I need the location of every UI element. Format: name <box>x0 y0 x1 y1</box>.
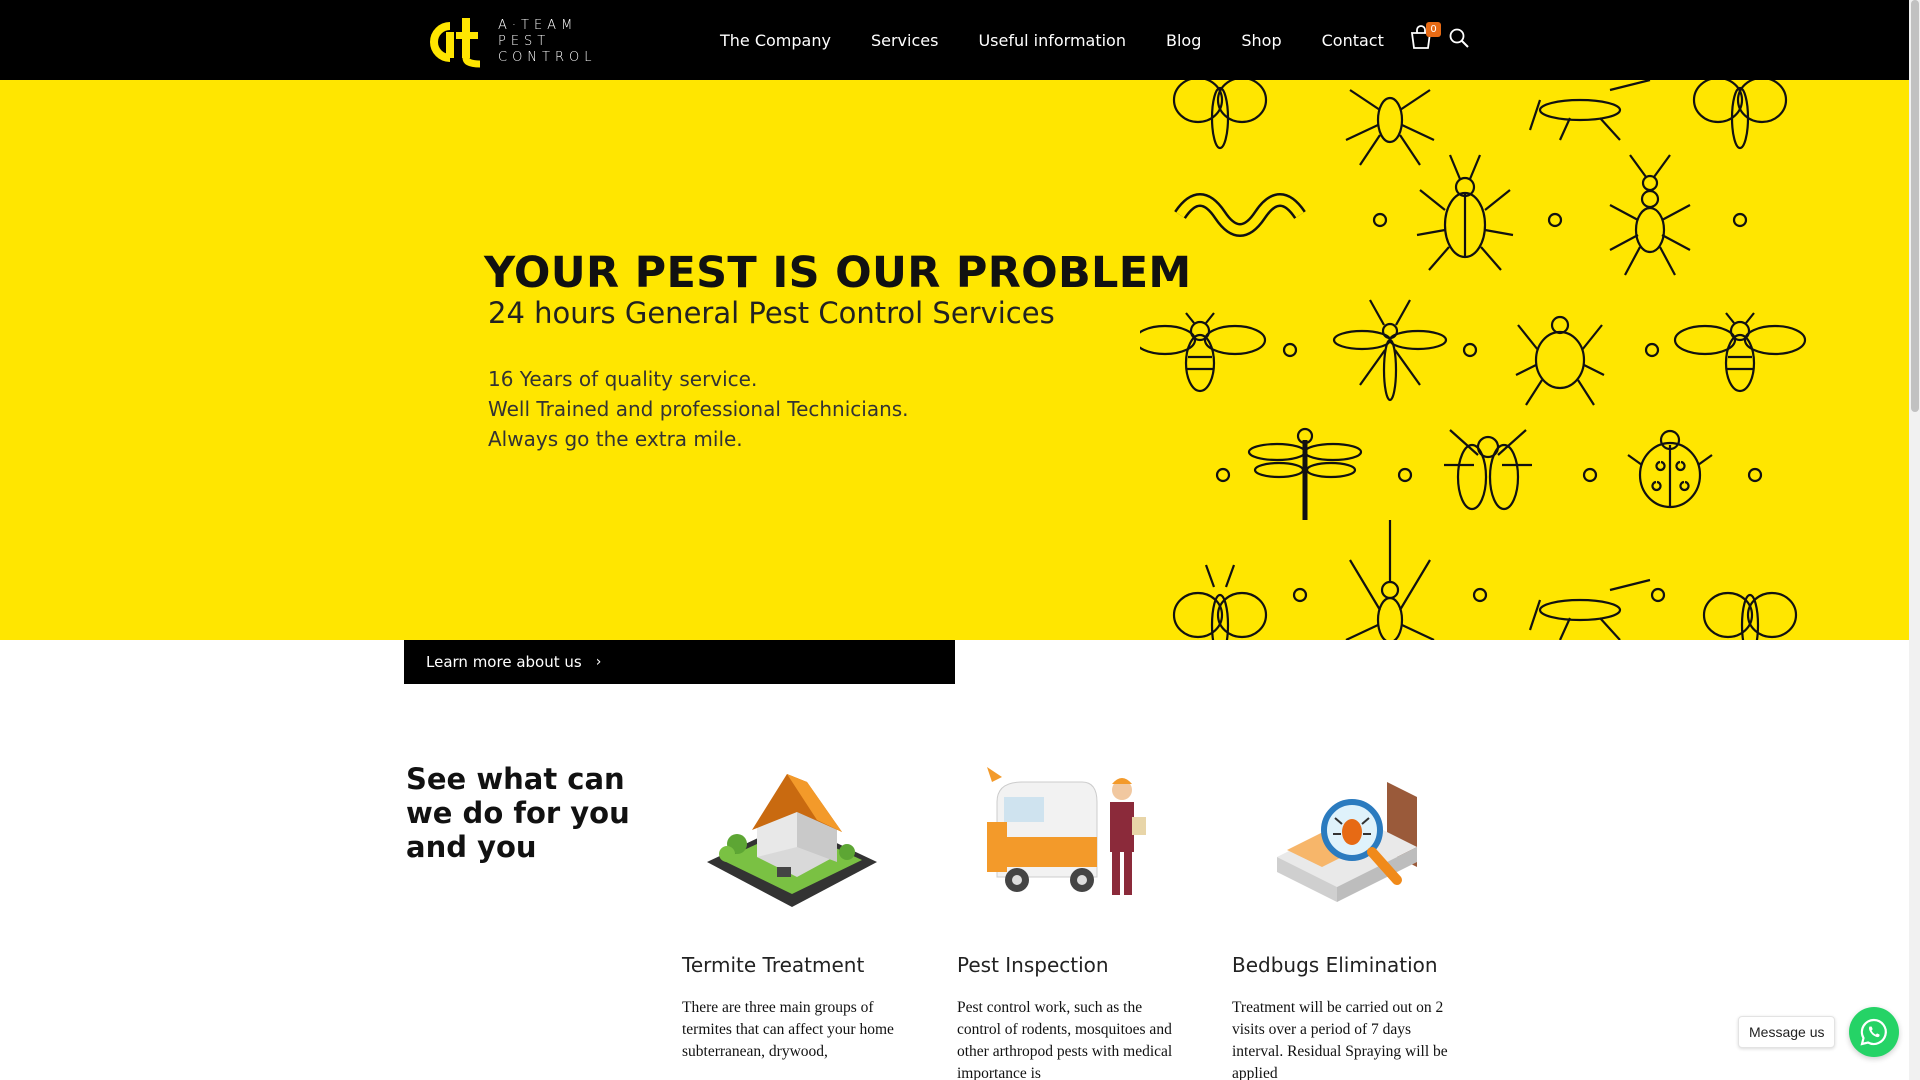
service-card-inspection[interactable]: Pest Inspection Pest control work, such … <box>957 762 1187 1080</box>
service-title: Pest Inspection <box>957 953 1109 977</box>
whatsapp-chat-button[interactable] <box>1849 1007 1899 1057</box>
page-scrollbar[interactable] <box>1909 0 1920 1080</box>
logo-line-3: CONTROL <box>498 50 597 65</box>
hero-section: YOUR PEST IS OUR PROBLEM 24 hours Genera… <box>0 80 1909 640</box>
chevron-right-icon: › <box>595 654 602 670</box>
scrollbar-thumb[interactable] <box>1911 0 1919 412</box>
hero-title: YOUR PEST IS OUR PROBLEM <box>484 248 1192 298</box>
header-icons: 0 <box>1408 22 1470 52</box>
nav-useful-information[interactable]: Useful information <box>978 31 1126 50</box>
hero-feature-line: 16 Years of quality service. <box>488 367 758 391</box>
insect-pattern-icon <box>1140 80 1807 640</box>
main-nav: The Company Services Useful information … <box>700 0 1404 80</box>
services-heading: See what can we do for you and you <box>406 762 630 864</box>
mattress-bedbug-illustration-icon <box>1277 782 1417 902</box>
learn-more-button[interactable]: Learn more about us › <box>404 640 955 684</box>
logo-mark-icon <box>430 18 481 68</box>
logo-text: A·TEAM PEST CONTROL <box>498 18 596 66</box>
service-description: Treatment will be carried out on 2 visit… <box>1232 999 1448 1080</box>
house-illustration-icon <box>707 774 877 907</box>
cart-count-badge: 0 <box>1426 22 1441 37</box>
nav-the-company[interactable]: The Company <box>720 31 831 50</box>
top-navigation-bar: A·TEAM PEST CONTROL The Company Services… <box>0 0 1909 80</box>
service-description: Pest control work, such as the control o… <box>957 999 1173 1080</box>
service-title: Termite Treatment <box>682 953 865 977</box>
learn-more-label: Learn more about us <box>426 653 582 671</box>
nav-contact[interactable]: Contact <box>1322 31 1384 50</box>
hero-feature-line: Always go the extra mile. <box>488 427 743 451</box>
service-card-termite[interactable]: Termite Treatment There are three main g… <box>682 762 912 1063</box>
nav-services[interactable]: Services <box>871 31 938 50</box>
hero-feature-line: Well Trained and professional Technician… <box>488 397 909 421</box>
message-us-label[interactable]: Message us <box>1738 1016 1836 1048</box>
van-technician-illustration-icon <box>987 767 1146 895</box>
nav-shop[interactable]: Shop <box>1241 31 1281 50</box>
hero-subtitle: 24 hours General Pest Control Services <box>488 296 1055 330</box>
service-description: There are three main groups of termites … <box>682 999 894 1060</box>
service-card-bedbugs[interactable]: Bedbugs Elimination Treatment will be ca… <box>1232 762 1462 1080</box>
logo-line-1: A·TEAM <box>498 18 578 33</box>
whatsapp-icon <box>1860 1018 1887 1046</box>
site-logo[interactable]: A·TEAM PEST CONTROL <box>424 14 624 70</box>
logo-line-2: PEST <box>498 34 551 49</box>
service-title: Bedbugs Elimination <box>1232 953 1438 977</box>
search-icon[interactable] <box>1448 27 1470 49</box>
cart-button[interactable]: 0 <box>1408 22 1441 52</box>
hero-feature-list: 16 Years of quality service. Well Traine… <box>488 364 909 454</box>
nav-blog[interactable]: Blog <box>1166 31 1201 50</box>
